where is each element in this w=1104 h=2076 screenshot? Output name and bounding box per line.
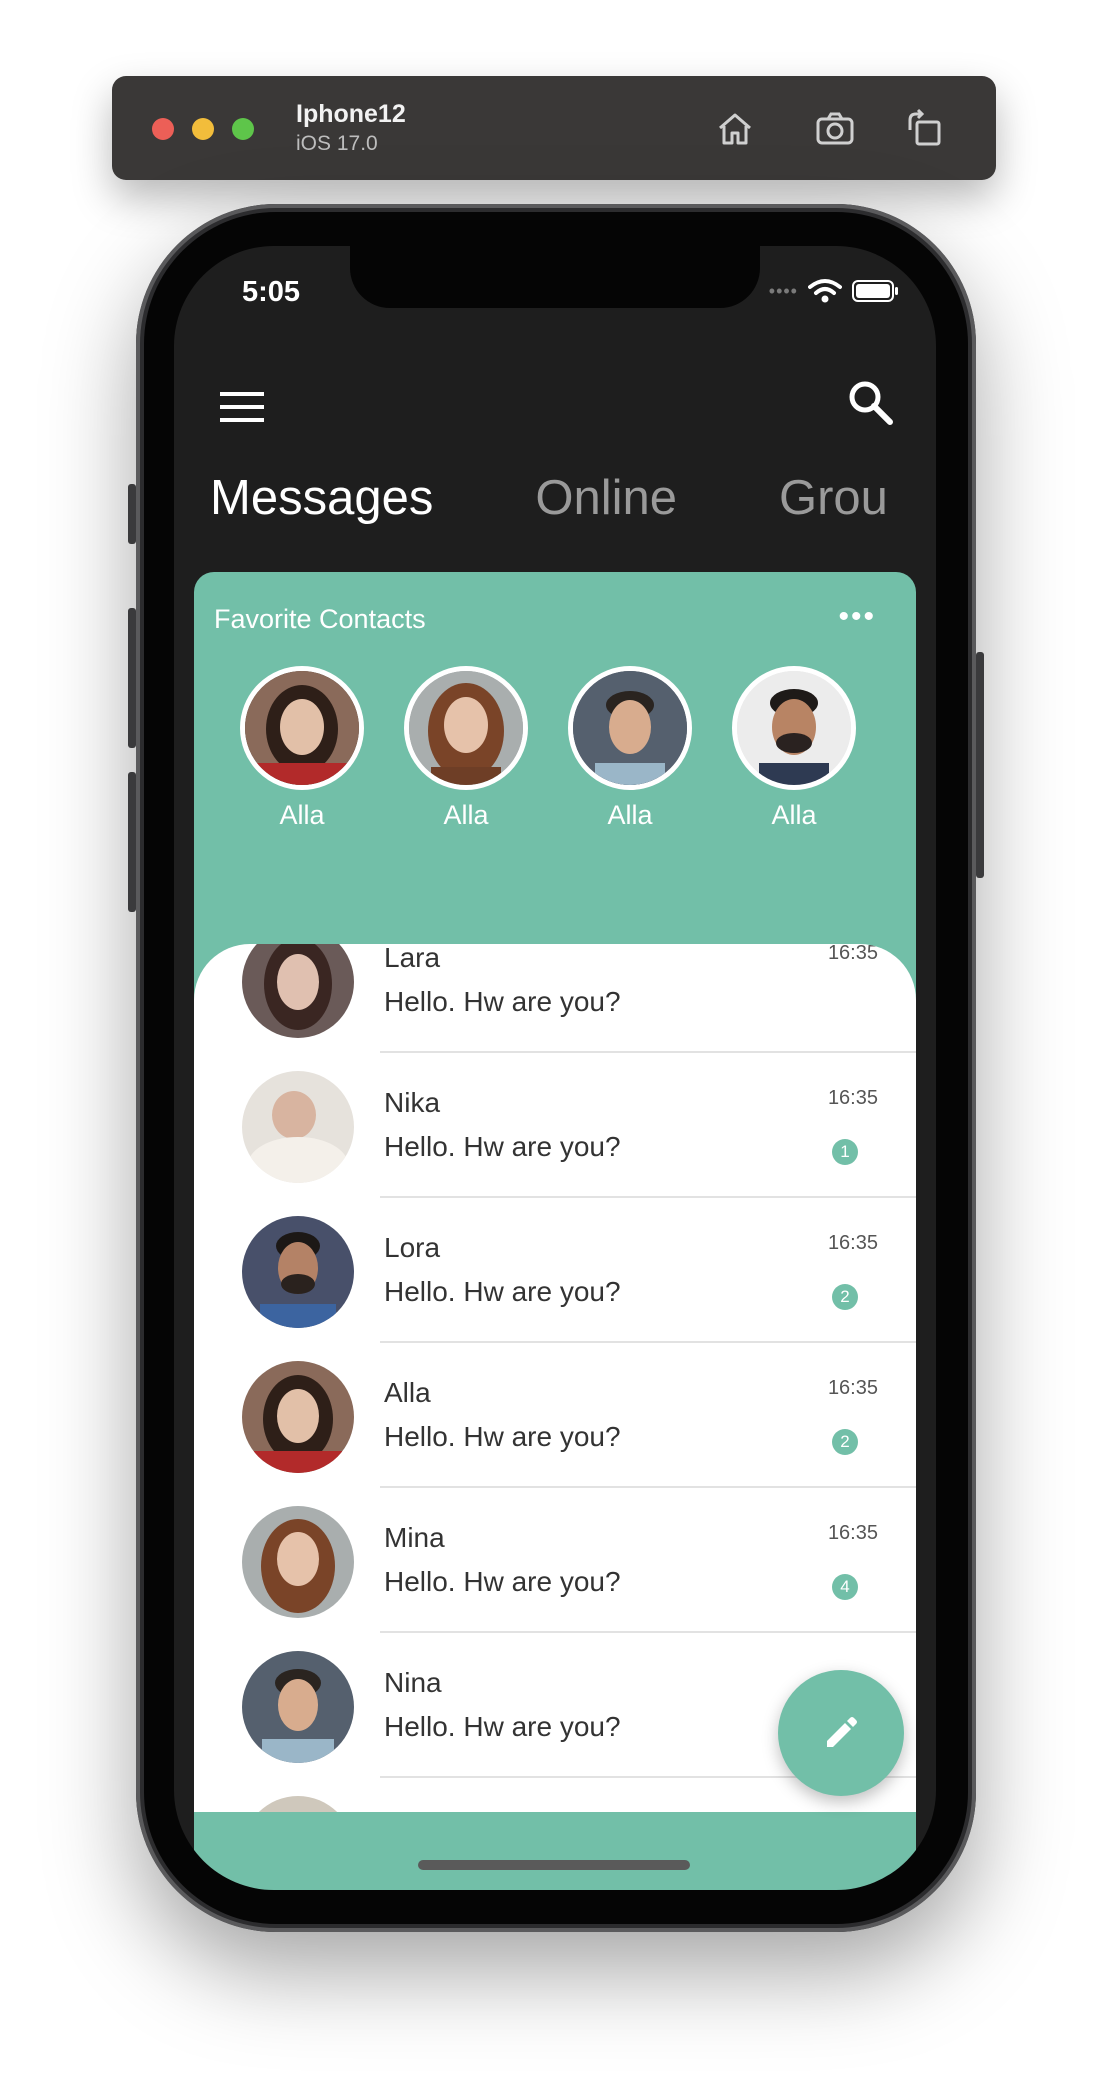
woman-portrait-icon (242, 944, 354, 1038)
search-button[interactable] (844, 376, 896, 428)
favorite-contact-name: Alla (607, 800, 653, 830)
power-button (976, 652, 984, 878)
man-portrait-icon (573, 671, 687, 785)
menu-button[interactable] (218, 384, 266, 432)
chat-time: 16:35 (827, 944, 878, 964)
avatar (242, 1651, 354, 1763)
tab-groups[interactable]: Grou (779, 470, 888, 526)
chat-contact-name: Mina (384, 1522, 445, 1553)
favorite-contact[interactable]: Alla (568, 666, 692, 831)
signal-icon: •••• (768, 280, 798, 301)
home-indicator[interactable] (418, 1860, 690, 1870)
notch (350, 246, 760, 308)
man-portrait-icon (242, 1216, 354, 1328)
favorite-contacts-list: Alla Alla Alla Alla (240, 666, 856, 831)
chat-row[interactable]: Nika Hello. Hw are you? 16:35 1 (194, 1053, 916, 1198)
chat-last-message: Hello. Hw are you? (384, 1566, 621, 1597)
chat-contact-name: Lora (384, 1232, 441, 1263)
unread-badge: 4 (832, 1574, 858, 1600)
chat-last-message: Hello. Hw are you? (384, 1131, 621, 1162)
chat-contact-name: Lara (384, 944, 441, 973)
hamburger-menu-icon (220, 392, 264, 422)
woman-portrait-icon (409, 671, 523, 785)
chat-time: 16:35 (827, 1087, 878, 1109)
chat-last-message: Hello. Hw are you? (384, 986, 621, 1017)
woman-portrait-icon (242, 1506, 354, 1618)
avatar (240, 666, 364, 790)
chat-last-message: Hello. Hw are you? (384, 1421, 621, 1452)
volume-up-button (128, 608, 136, 748)
screenshot-icon (816, 112, 854, 145)
tab-messages[interactable]: Messages (210, 470, 433, 526)
simulator-toolbar: Iphone12 iOS 17.0 (112, 76, 996, 180)
chat-time: 16:35 (827, 1522, 878, 1544)
minimize-window-button[interactable] (192, 118, 214, 140)
favorite-contact[interactable]: Alla (404, 666, 528, 831)
category-tabs: Messages Online Grou (210, 470, 936, 526)
avatar (242, 1506, 354, 1618)
volume-down-button (128, 772, 136, 912)
more-options-button[interactable]: ••• (838, 600, 876, 634)
avatar (732, 666, 856, 790)
chat-row[interactable]: Mina Hello. Hw are you? 16:35 4 (194, 1488, 916, 1633)
favorite-contact[interactable]: Alla (732, 666, 856, 831)
avatar (242, 944, 354, 1038)
avatar (404, 666, 528, 790)
compose-button[interactable] (778, 1670, 904, 1796)
favorite-contact[interactable]: Alla (240, 666, 364, 831)
favorite-contacts-title: Favorite Contacts (214, 604, 426, 634)
status-time: 5:05 (242, 276, 301, 308)
chat-last-message: Hello. Hw are you? (384, 1276, 621, 1307)
avatar (242, 1361, 354, 1473)
man-portrait-icon (242, 1071, 354, 1183)
zoom-window-button[interactable] (232, 118, 254, 140)
close-window-button[interactable] (152, 118, 174, 140)
status-icons: •••• (769, 278, 900, 304)
man-portrait-icon (737, 671, 851, 785)
chat-contact-name: Nina (384, 1667, 442, 1698)
screenshot-button[interactable] (810, 104, 860, 154)
os-version: iOS 17.0 (296, 132, 378, 155)
avatar (242, 1071, 354, 1183)
battery-icon (852, 280, 898, 302)
unread-badge: 2 (832, 1429, 858, 1455)
unread-badge: 1 (832, 1139, 858, 1165)
search-icon (849, 381, 893, 425)
mute-switch (128, 484, 136, 544)
chat-last-message: Hello. Hw are you? (384, 1711, 621, 1742)
rotate-button[interactable] (900, 104, 950, 154)
chat-time: 16:35 (827, 1377, 878, 1399)
chat-contact-name: Nika (384, 1087, 441, 1118)
chat-row[interactable]: Alla Hello. Hw are you? 16:35 2 (194, 1343, 916, 1488)
man-portrait-icon (242, 1651, 354, 1763)
phone-screen: 5:05 •••• Messages Online Grou Favorite … (174, 246, 936, 1890)
chat-row[interactable]: Lara Hello. Hw are you? 16:35 (194, 944, 916, 1053)
chat-time: 16:35 (827, 1232, 878, 1254)
favorite-contact-name: Alla (279, 800, 325, 830)
home-icon (719, 113, 751, 145)
favorite-contact-name: Alla (771, 800, 817, 830)
chat-row[interactable]: Lora Hello. Hw are you? 16:35 2 (194, 1198, 916, 1343)
woman-portrait-icon (242, 1361, 354, 1473)
woman-portrait-icon (245, 671, 359, 785)
device-name: Iphone12 (296, 100, 406, 128)
chat-contact-name: Alla (384, 1377, 431, 1408)
favorite-contact-name: Alla (443, 800, 489, 830)
avatar (242, 1216, 354, 1328)
avatar (242, 1796, 354, 1812)
avatar (568, 666, 692, 790)
home-button[interactable] (710, 104, 760, 154)
tab-online[interactable]: Online (535, 470, 677, 526)
pencil-icon (827, 1717, 857, 1747)
rotate-icon (908, 108, 941, 146)
unread-badge: 2 (832, 1284, 858, 1310)
wifi-icon (808, 279, 842, 303)
